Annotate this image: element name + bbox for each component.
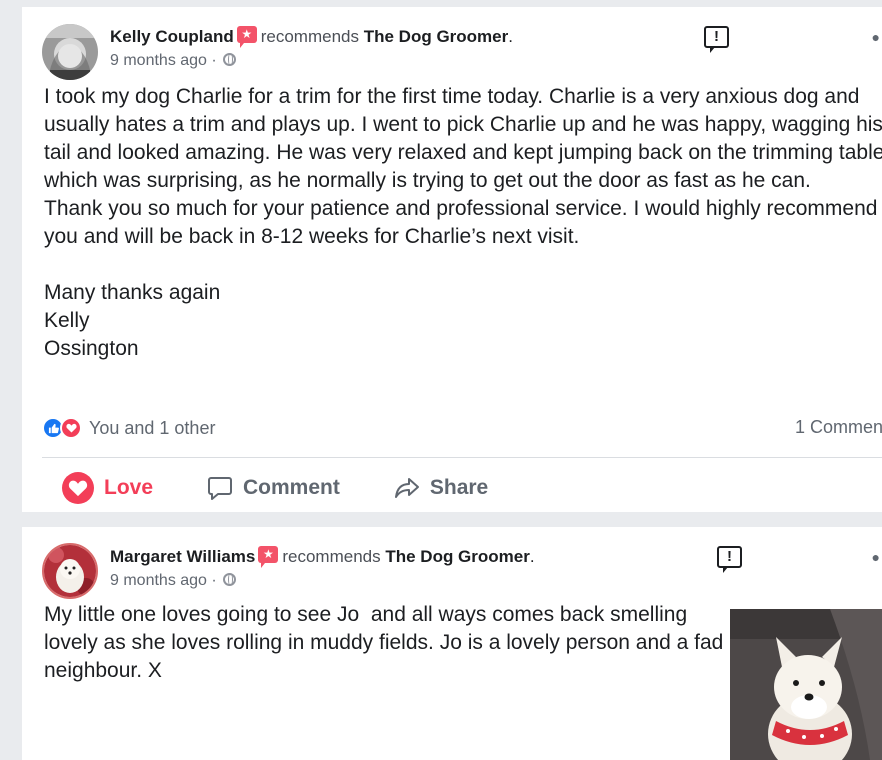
post-header: Margaret Williams ★ recommends The Dog Gro… xyxy=(110,546,535,568)
page-name[interactable]: The Dog Groomer xyxy=(385,547,530,566)
share-icon xyxy=(394,476,420,500)
review-post: Kelly Coupland ★ recommends The Dog Groome… xyxy=(22,7,882,512)
heart-icon xyxy=(62,472,94,504)
more-icon[interactable]: ● xyxy=(872,549,880,565)
share-label: Share xyxy=(429,476,489,499)
action-bar: Love Comment Share xyxy=(62,470,542,506)
recommend-badge-icon: ★ xyxy=(258,546,279,568)
report-icon[interactable]: ! xyxy=(704,26,729,53)
author-name[interactable]: Margaret Williams xyxy=(110,547,255,566)
comment-label: Comment xyxy=(243,476,340,499)
share-button[interactable]: Share xyxy=(394,476,488,500)
globe-icon xyxy=(223,53,237,66)
meta-separator: · xyxy=(211,52,217,69)
more-icon[interactable]: ● xyxy=(872,29,880,45)
timestamp[interactable]: 9 months ago xyxy=(110,572,207,589)
review-post: Margaret Williams ★ recommends The Dog Gro… xyxy=(22,527,882,760)
comment-button[interactable]: Comment xyxy=(207,475,340,501)
post-header: Kelly Coupland ★ recommends The Dog Groome… xyxy=(110,26,513,48)
report-icon[interactable]: ! xyxy=(717,546,742,573)
author-name[interactable]: Kelly Coupland xyxy=(110,27,234,46)
recommend-badge-icon: ★ xyxy=(236,26,257,48)
recommends-label: recommends xyxy=(282,547,381,566)
reactions-summary[interactable]: You and 1 other xyxy=(42,417,215,439)
timestamp[interactable]: 9 months ago xyxy=(110,52,207,69)
comments-count[interactable]: 1 Comment xyxy=(795,417,882,438)
post-text: My little one loves going to see Jo and … xyxy=(44,603,730,682)
comment-icon xyxy=(207,475,233,501)
dog-photo[interactable] xyxy=(730,609,882,760)
reactions-count: You and 1 other xyxy=(89,417,216,438)
recommends-label: recommends xyxy=(260,27,359,46)
divider xyxy=(42,457,882,458)
love-button[interactable]: Love xyxy=(62,472,153,504)
post-meta: 9 months ago · xyxy=(110,52,237,70)
love-label: Love xyxy=(104,476,154,499)
author-avatar[interactable] xyxy=(42,543,98,599)
author-avatar[interactable] xyxy=(42,24,98,80)
post-meta: 9 months ago · xyxy=(110,572,237,590)
page-name[interactable]: The Dog Groomer xyxy=(364,27,509,46)
meta-separator: · xyxy=(211,572,217,589)
love-reaction-icon xyxy=(60,417,82,439)
globe-icon xyxy=(223,573,237,586)
post-text: I took my dog Charlie for a trim for the… xyxy=(44,85,882,360)
